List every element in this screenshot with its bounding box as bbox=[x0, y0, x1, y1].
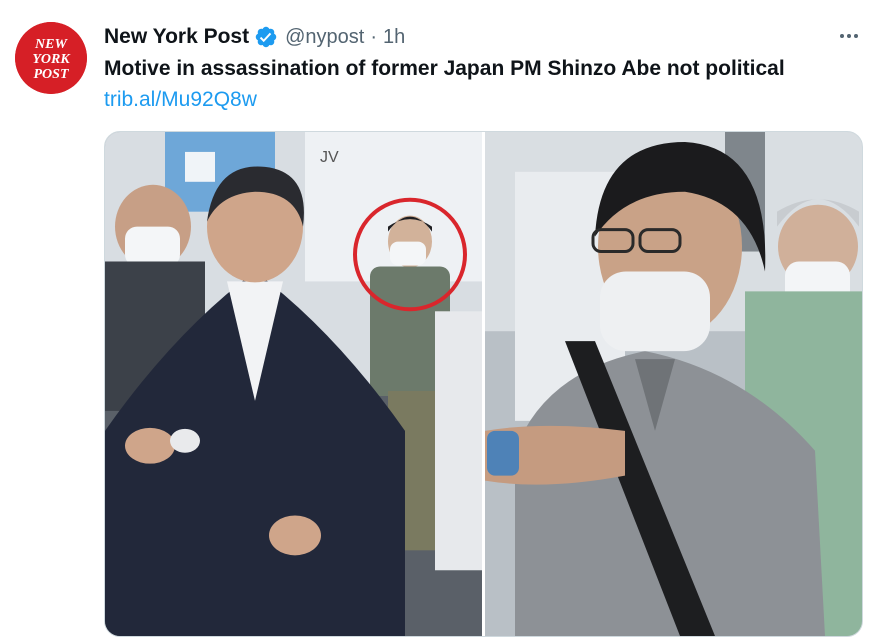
verified-badge-icon bbox=[254, 25, 278, 49]
handle[interactable]: @nypost bbox=[285, 26, 364, 49]
svg-text:JV: JV bbox=[320, 149, 339, 166]
avatar[interactable]: NEW YORK POST bbox=[15, 22, 87, 94]
tweet-header: New York Post @nypost · 1h bbox=[104, 24, 405, 50]
photo-abe-image: JV bbox=[105, 132, 482, 636]
tweet-link[interactable]: trib.al/Mu92Q8w bbox=[104, 88, 257, 112]
display-name[interactable]: New York Post bbox=[104, 25, 249, 49]
more-horizontal-icon[interactable] bbox=[832, 22, 866, 50]
media-photo-2[interactable] bbox=[485, 132, 862, 636]
separator-dot: · bbox=[370, 25, 378, 48]
tweet-media[interactable]: JV bbox=[104, 131, 863, 637]
svg-text:POST: POST bbox=[34, 67, 70, 82]
media-photo-1[interactable]: JV bbox=[105, 132, 482, 636]
photo-suspect-image bbox=[485, 132, 862, 636]
tweet[interactable]: NEW YORK POST New York Post @nypost · 1h… bbox=[0, 0, 888, 643]
timestamp[interactable]: 1h bbox=[383, 26, 405, 49]
nypost-logo-icon: NEW YORK POST bbox=[15, 22, 87, 94]
tweet-text: Motive in assassination of former Japan … bbox=[104, 57, 785, 80]
svg-text:YORK: YORK bbox=[32, 52, 71, 67]
svg-text:NEW: NEW bbox=[34, 37, 68, 52]
